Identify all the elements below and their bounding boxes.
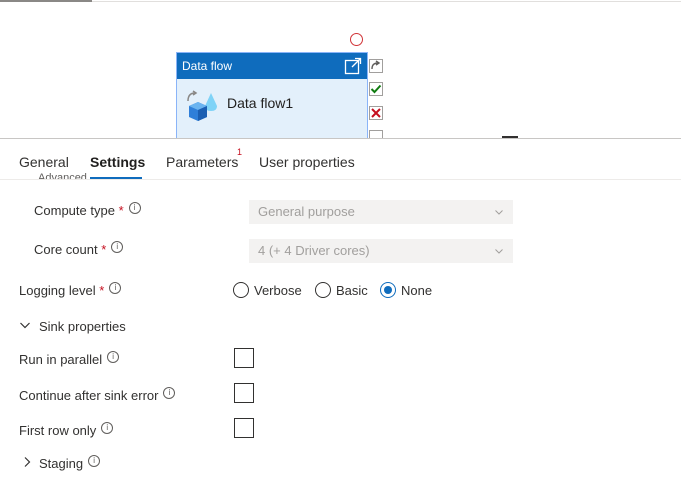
first-row-only-checkbox[interactable] [234, 418, 254, 438]
sink-properties-label: Sink properties [39, 319, 126, 334]
radio-none[interactable] [380, 282, 396, 298]
required-asterisk: * [118, 203, 124, 218]
redo-button[interactable] [369, 59, 383, 73]
tab-parameters[interactable]: Parameters [166, 154, 238, 170]
chevron-right-icon [24, 457, 31, 467]
activity-header: Data flow [177, 53, 367, 79]
success-button[interactable] [369, 82, 383, 96]
activity-name: Data flow1 [227, 95, 294, 111]
radio-basic[interactable] [315, 282, 331, 298]
required-asterisk: * [101, 242, 107, 257]
first-row-only-label: First row only i [19, 422, 114, 438]
canvas-tab-indicator [0, 0, 92, 2]
radio-none-label[interactable]: None [401, 283, 432, 298]
logging-level-text: Logging level [19, 283, 96, 298]
continue-after-error-text: Continue after sink error [19, 388, 159, 403]
chevron-down-icon [495, 249, 503, 254]
continue-after-error-label: Continue after sink error i [19, 387, 176, 403]
check-icon [370, 84, 382, 94]
info-icon[interactable]: i [107, 351, 120, 363]
info-icon[interactable]: i [88, 455, 101, 467]
core-count-select[interactable]: 4 (+ 4 Driver cores) [249, 239, 513, 263]
panel-divider[interactable] [0, 138, 681, 139]
core-count-label: Core count * i [34, 241, 124, 257]
core-count-text: Core count [34, 242, 98, 257]
tab-user-properties[interactable]: User properties [259, 154, 355, 170]
compute-type-label: Compute type * i [34, 202, 141, 218]
info-icon[interactable]: i [163, 387, 176, 399]
activity-type-label: Data flow [182, 59, 233, 73]
data-flow-icon [187, 90, 217, 121]
first-row-only-text: First row only [19, 423, 97, 438]
data-flow-activity[interactable]: Data flow Data flow1 [176, 52, 368, 138]
continue-after-error-checkbox[interactable] [234, 383, 254, 403]
compute-type-text: Compute type [34, 203, 115, 218]
redo-icon [371, 60, 381, 70]
required-asterisk: * [99, 283, 105, 298]
info-icon[interactable]: i [101, 422, 114, 434]
compute-type-value: General purpose [258, 204, 355, 219]
failure-button[interactable] [369, 106, 383, 120]
tab-settings[interactable]: Settings [90, 154, 145, 170]
info-icon[interactable]: i [128, 202, 141, 214]
radio-basic-label[interactable]: Basic [336, 283, 368, 298]
radio-verbose[interactable] [233, 282, 249, 298]
canvas-top-border [92, 1, 681, 2]
run-in-parallel-text: Run in parallel [19, 352, 103, 367]
staging-text: Staging [39, 456, 84, 471]
chevron-down-icon [20, 322, 30, 329]
open-external-icon[interactable] [344, 57, 362, 75]
close-icon [371, 108, 381, 118]
chevron-down-icon [495, 210, 503, 215]
core-count-value: 4 (+ 4 Driver cores) [258, 243, 370, 258]
tabs-divider [0, 179, 681, 180]
info-icon[interactable]: i [109, 282, 122, 294]
run-in-parallel-checkbox[interactable] [234, 348, 254, 368]
info-icon[interactable]: i [111, 241, 124, 253]
status-circle-icon [350, 33, 363, 46]
run-in-parallel-label: Run in parallel i [19, 351, 120, 367]
pipeline-canvas[interactable]: Data flow Data flow1 [0, 0, 681, 138]
staging-label: Staging i [39, 455, 101, 471]
radio-verbose-label[interactable]: Verbose [254, 283, 302, 298]
compute-type-select[interactable]: General purpose [249, 200, 513, 224]
logging-level-label: Logging level * i [19, 282, 122, 298]
completion-button[interactable] [369, 130, 383, 138]
parameters-badge: 1 [237, 147, 243, 157]
